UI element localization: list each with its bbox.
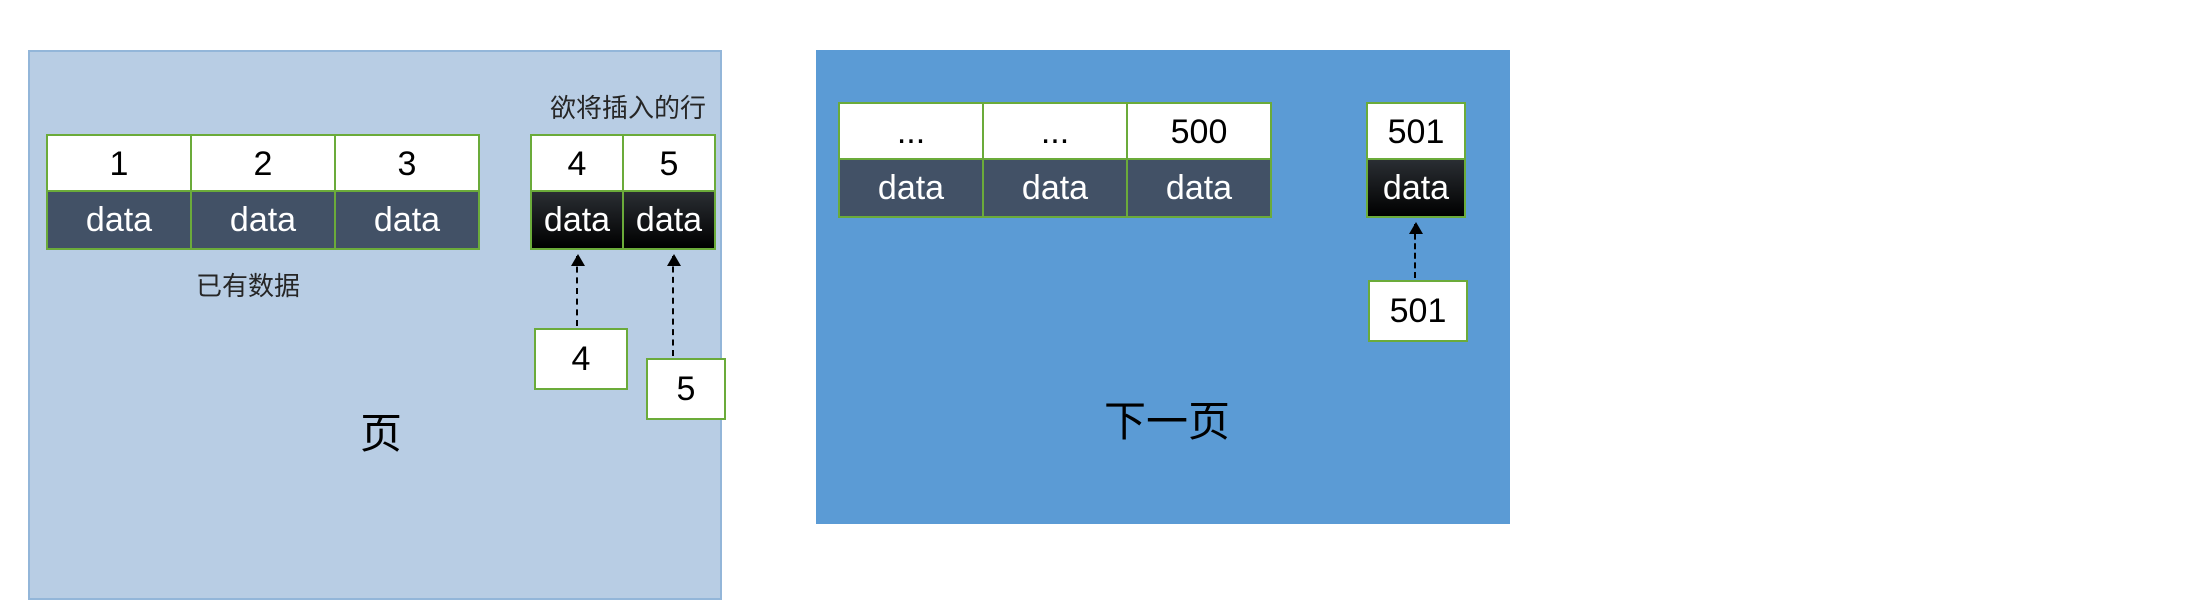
- cell-data: data: [1128, 160, 1270, 216]
- cell-data: data: [624, 192, 714, 248]
- page-panel-next: ... data ... data 500 data 501 data 501 …: [816, 50, 1510, 524]
- pointer-box-501: 501: [1368, 280, 1468, 342]
- cell-index: 501: [1368, 104, 1464, 160]
- label-existing-data: 已有数据: [196, 266, 300, 303]
- cell-stack-501: 501 data: [1366, 102, 1466, 218]
- cell-stack-dots-2: ... data: [982, 102, 1128, 218]
- cell-data: data: [1368, 160, 1464, 216]
- label-next-page: 下一页: [1104, 388, 1230, 449]
- overflow-row-group: 501 data: [1366, 102, 1466, 218]
- insert-rows-group: 4 data 5 data: [530, 134, 716, 250]
- cell-index: ...: [840, 104, 982, 160]
- cell-index: 2: [192, 136, 334, 192]
- arrow-up-501: [1414, 224, 1416, 278]
- arrow-up-4: [576, 256, 578, 326]
- cell-stack-1: 1 data: [46, 134, 192, 250]
- cell-index: 3: [336, 136, 478, 192]
- cell-data: data: [532, 192, 622, 248]
- cell-stack-dots-1: ... data: [838, 102, 984, 218]
- cell-stack-2: 2 data: [190, 134, 336, 250]
- next-rows-group: ... data ... data 500 data: [838, 102, 1272, 218]
- cell-data: data: [984, 160, 1126, 216]
- cell-data: data: [48, 192, 190, 248]
- cell-index: 1: [48, 136, 190, 192]
- cell-index: 4: [532, 136, 622, 192]
- cell-stack-5: 5 data: [622, 134, 716, 250]
- cell-data: data: [192, 192, 334, 248]
- cell-stack-3: 3 data: [334, 134, 480, 250]
- cell-data: data: [840, 160, 982, 216]
- arrow-up-5: [672, 256, 674, 356]
- cell-index: 500: [1128, 104, 1270, 160]
- existing-rows-group: 1 data 2 data 3 data: [46, 134, 480, 250]
- pointer-box-5: 5: [646, 358, 726, 420]
- cell-stack-4: 4 data: [530, 134, 624, 250]
- pointer-box-4: 4: [534, 328, 628, 390]
- cell-index: ...: [984, 104, 1126, 160]
- cell-index: 5: [624, 136, 714, 192]
- cell-stack-500: 500 data: [1126, 102, 1272, 218]
- label-insert-rows: 欲将插入的行: [550, 88, 706, 125]
- label-page: 页: [360, 400, 402, 461]
- page-panel-current: 欲将插入的行 1 data 2 data 3 data 4 data 5 dat…: [28, 50, 722, 600]
- cell-data: data: [336, 192, 478, 248]
